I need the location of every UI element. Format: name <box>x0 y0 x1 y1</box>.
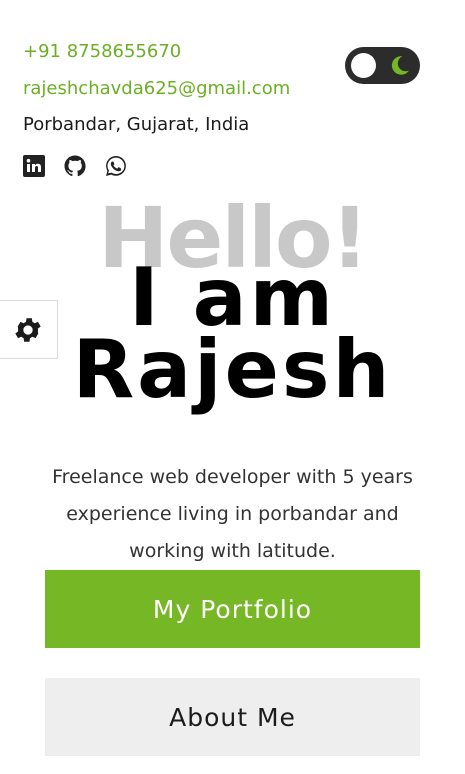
hero-name-line-2: Rajesh <box>72 323 393 416</box>
phone-link[interactable]: +91 8758655670 <box>23 41 181 62</box>
theme-toggle[interactable] <box>345 47 420 84</box>
github-icon[interactable] <box>63 154 87 178</box>
social-links <box>22 154 128 178</box>
linkedin-icon[interactable] <box>22 154 46 178</box>
bio-text: Freelance web developer with 5 years exp… <box>52 466 413 562</box>
my-portfolio-button[interactable]: My Portfolio <box>45 570 420 648</box>
page: +91 8758655670 rajeshchavda625@gmail.com… <box>0 0 465 774</box>
location-text: Porbandar, Gujarat, India <box>23 114 250 135</box>
toggle-knob <box>351 53 376 78</box>
whatsapp-icon[interactable] <box>104 154 128 178</box>
moon-icon <box>391 56 409 75</box>
about-me-button[interactable]: About Me <box>45 678 420 756</box>
email-link[interactable]: rajeshchavda625@gmail.com <box>23 78 290 99</box>
